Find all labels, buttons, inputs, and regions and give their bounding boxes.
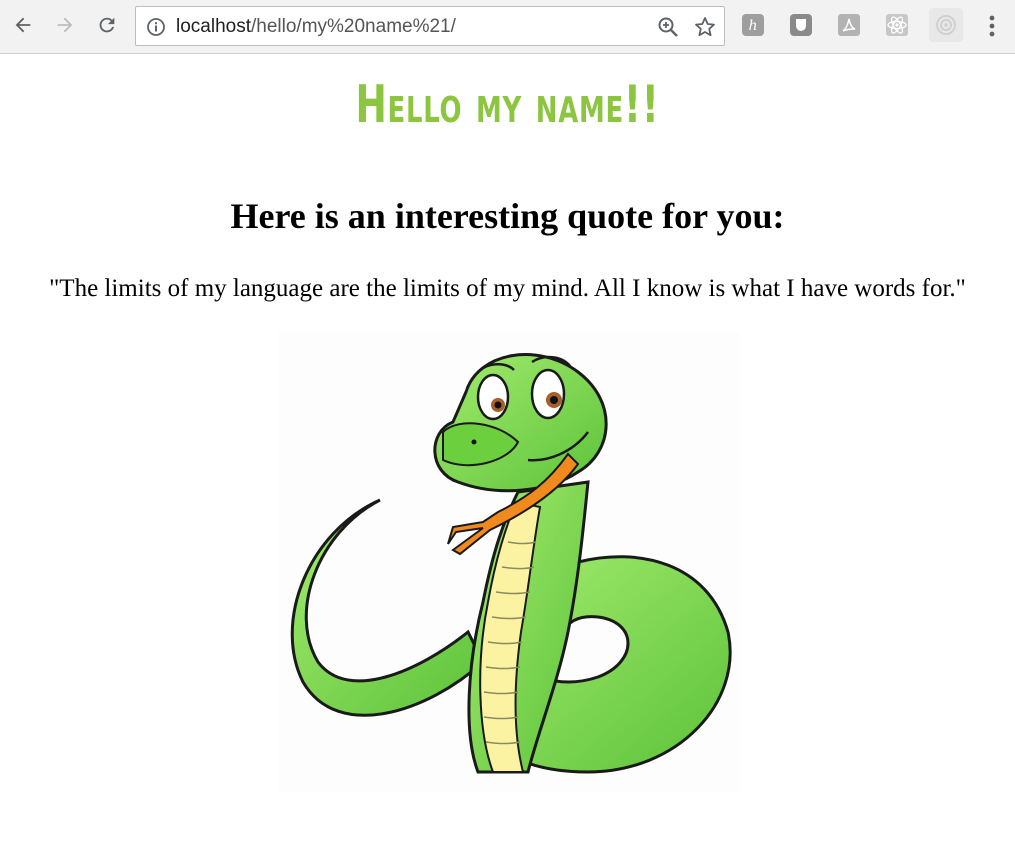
extension-target-icon (936, 15, 956, 35)
url-host: localhost (176, 16, 251, 37)
extension-target-button[interactable] (929, 8, 963, 42)
url-path: /hello/my%20name%21/ (251, 16, 456, 37)
extension-react-button[interactable] (885, 13, 909, 37)
menu-icon[interactable] (982, 13, 1002, 39)
forward-icon (57, 17, 73, 33)
back-icon (15, 17, 31, 33)
info-icon[interactable] (146, 17, 166, 37)
quote-text: "The limits of my language are the limit… (49, 275, 966, 302)
url-text[interactable]: localhost/hello/my%20name%21/ (176, 16, 456, 38)
quote-heading: Here is an interesting quote for you: (230, 196, 785, 236)
extension-shield-icon (790, 14, 812, 36)
svg-text:h: h (748, 18, 757, 34)
extension-react-icon (886, 14, 908, 36)
bookmark-star-icon[interactable] (693, 15, 717, 39)
snake-illustration (278, 332, 740, 792)
address-bar[interactable]: localhost/hello/my%20name%21/ (135, 6, 725, 46)
browser-toolbar: localhost/hello/my%20name%21/ h (0, 0, 1015, 54)
extension-h-button[interactable]: h (741, 13, 765, 37)
reload-button[interactable] (92, 10, 122, 40)
zoom-icon[interactable] (657, 16, 679, 38)
back-button[interactable] (8, 10, 38, 40)
extension-pdf-button[interactable] (837, 13, 861, 37)
page-title: Hello my name!! (355, 75, 660, 135)
extension-shield-button[interactable] (789, 13, 813, 37)
extension-pdf-icon (838, 14, 860, 36)
extension-h-icon: h (742, 14, 764, 36)
forward-button[interactable] (50, 10, 80, 40)
page-content: Hello my name!! Here is an interesting q… (0, 55, 1015, 847)
reload-icon (99, 17, 115, 33)
